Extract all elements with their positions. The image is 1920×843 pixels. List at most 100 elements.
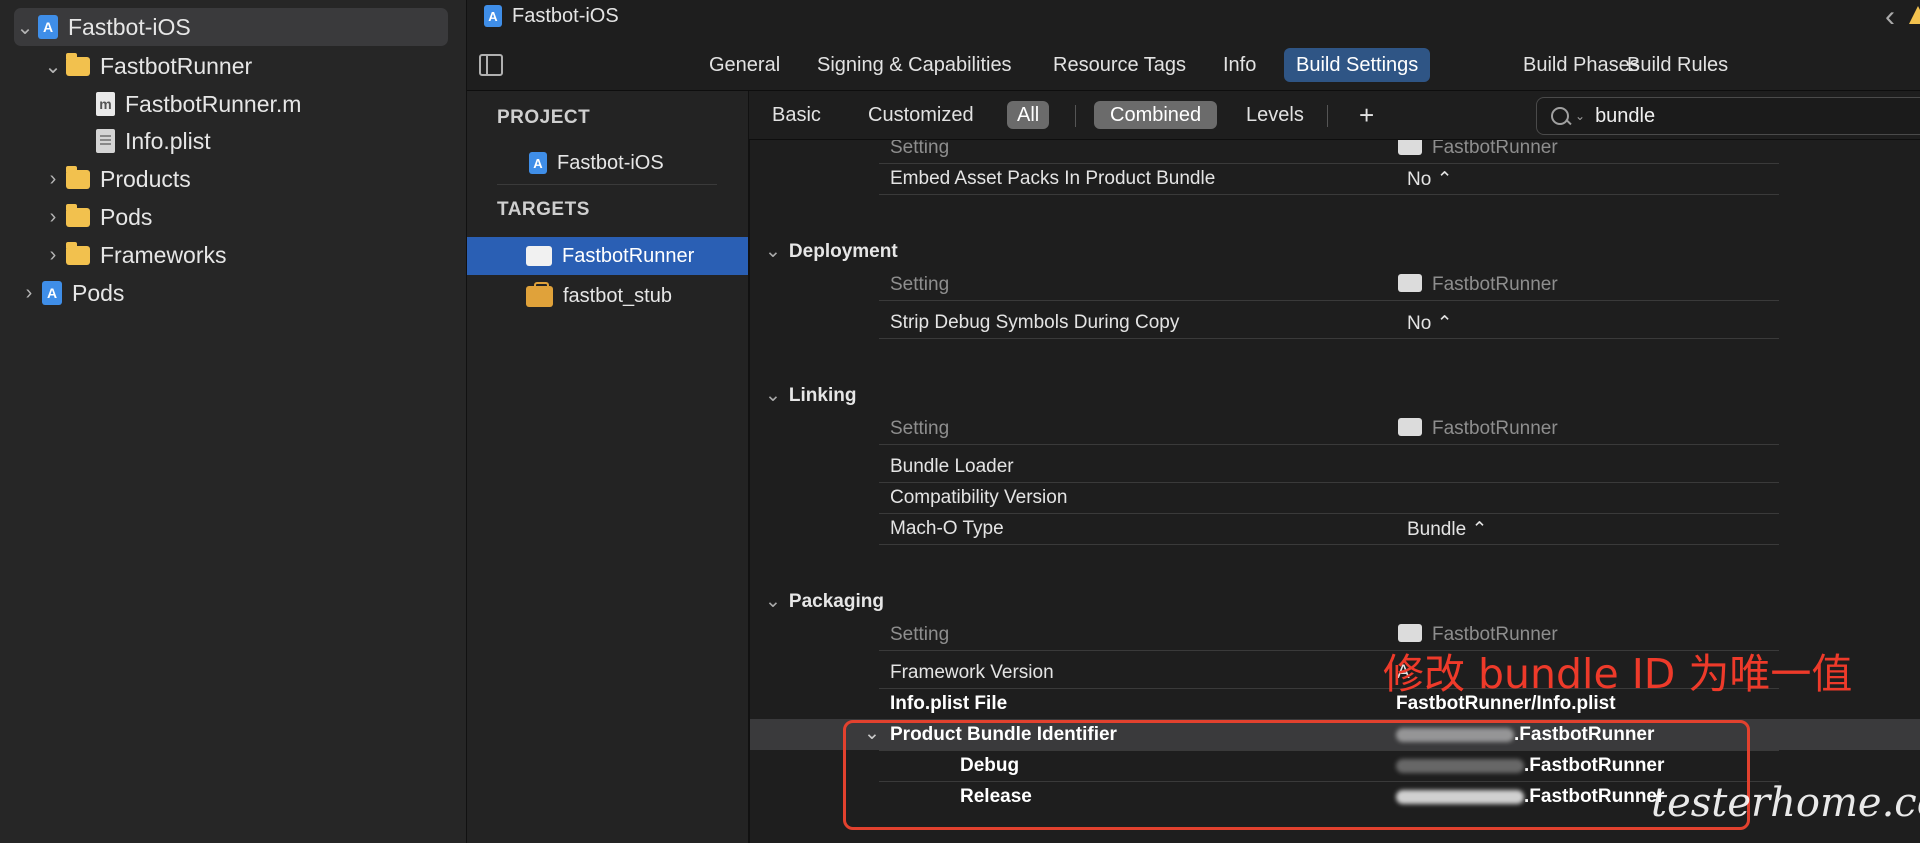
setting-value-popup[interactable]: No ⌃ [1407,168,1453,191]
divider [497,184,717,185]
search-field[interactable]: ⌄ bundle [1536,97,1920,135]
tab-general[interactable]: General [697,48,792,82]
app-target-icon [526,246,552,266]
target-item-label: fastbot_stub [563,284,672,307]
target-column-label: FastbotRunner [1398,137,1558,159]
tab-build-settings[interactable]: Build Settings [1284,48,1431,82]
setting-row-compatibility-version[interactable]: Compatibility Version [879,482,1779,514]
setting-value-popup[interactable]: No ⌃ [1407,312,1453,335]
tab-resource-tags[interactable]: Resource Tags [1041,48,1198,82]
chevron-down-icon[interactable]: ⌄ [14,15,36,40]
folder-icon [66,165,90,189]
watermark: testerhome.com [1651,780,1920,826]
targets-list: PROJECT A Fastbot-iOS TARGETS FastbotRun… [467,91,749,843]
setting-name: Framework Version [890,662,1054,683]
add-setting-button[interactable]: + [1349,101,1384,129]
target-item-label: FastbotRunner [562,244,695,267]
warning-icon[interactable] [1909,6,1920,24]
setting-name: Embed Asset Packs In Product Bundle [890,168,1216,189]
setting-row-mach-o-type[interactable]: Mach-O Type Bundle ⌃ [879,513,1779,545]
setting-name: Strip Debug Symbols During Copy [890,312,1180,333]
column-separator [749,139,750,843]
nav-item-label: Pods [100,203,153,230]
folder-icon [66,203,90,227]
setting-row-embed-asset-packs[interactable]: Embed Asset Packs In Product Bundle No ⌃ [879,163,1779,195]
setting-header-row: Setting FastbotRunner [879,269,1779,301]
chevron-down-icon: ⌄ [1575,109,1586,123]
setting-row-bundle-loader[interactable]: Bundle Loader [879,451,1779,483]
search-icon [1551,107,1572,126]
chevron-right-icon[interactable]: › [42,168,64,191]
filter-basic-button[interactable]: Basic [762,101,831,129]
setting-name: Compatibility Version [890,487,1068,508]
nav-item-label: Products [100,165,191,192]
editor-title: Fastbot-iOS [512,4,619,27]
target-column-label: FastbotRunner [1398,418,1558,440]
nav-item-fastbotrunner-m[interactable]: m FastbotRunner.m [94,85,301,123]
nav-item-label: FastbotRunner [100,52,253,79]
nav-item-label: Info.plist [125,127,211,154]
nav-item-label: Fastbot-iOS [68,13,191,40]
tab-build-rules[interactable]: Build Rules [1615,48,1740,82]
project-section-header: PROJECT [497,107,591,128]
setting-row-strip-debug-symbols[interactable]: Strip Debug Symbols During Copy No ⌃ [879,307,1779,339]
nav-item-info-plist[interactable]: Info.plist [94,122,211,160]
xcode-project-icon: A [484,5,502,27]
filter-combined-button[interactable]: Combined [1094,101,1218,129]
setting-column-label: Setting [890,137,950,158]
setting-name: Bundle Loader [890,456,1014,477]
group-header-linking[interactable]: ⌄ Linking [765,384,856,407]
folder-icon [66,241,90,265]
back-chevron-icon[interactable]: ‹ [1885,0,1895,34]
group-header-packaging[interactable]: ⌄ Packaging [765,590,884,613]
chevron-down-icon[interactable]: ⌄ [42,54,64,79]
nav-item-label: Pods [72,279,125,306]
app-target-icon [1398,274,1422,292]
divider [1075,105,1076,127]
annotation-text: 修改 bundle ID 为唯一值 [1383,650,1853,698]
search-input[interactable]: bundle [1595,105,1655,128]
group-header-deployment[interactable]: ⌄ Deployment [765,240,898,263]
editor-titlebar: A Fastbot-iOS ‹ [467,0,1920,34]
chevron-down-icon[interactable]: ⌄ [765,241,781,262]
project-item-fastbot-ios[interactable]: A Fastbot-iOS [467,144,748,182]
chevron-down-icon[interactable]: ⌄ [765,591,781,612]
tab-signing-capabilities[interactable]: Signing & Capabilities [805,48,1024,82]
filter-levels-button[interactable]: Levels [1236,101,1314,129]
setting-header-row: Setting FastbotRunner [879,413,1779,445]
nav-item-frameworks-folder[interactable]: › Frameworks [42,236,227,274]
nav-item-pods-project[interactable]: › A Pods [18,274,125,312]
xcode-project-icon: A [529,152,547,174]
divider [1327,105,1328,127]
editor-tab-bar: General Signing & Capabilities Resource … [467,40,1920,91]
inspector-toggle-icon[interactable] [479,54,503,76]
chevron-right-icon[interactable]: › [42,206,64,229]
setting-value-popup[interactable]: Bundle ⌃ [1407,518,1487,541]
filter-customized-button[interactable]: Customized [858,101,984,129]
project-item-label: Fastbot-iOS [557,151,664,174]
nav-item-products-folder[interactable]: › Products [42,160,191,198]
setting-column-label: Setting [890,624,950,645]
app-target-icon [1398,418,1422,436]
target-item-fastbotrunner[interactable]: FastbotRunner [467,237,748,275]
chevron-down-icon[interactable]: ⌄ [765,385,781,406]
project-navigator: ⌄ A Fastbot-iOS ⌄ FastbotRunner m Fastbo… [0,0,467,843]
setting-name: Mach-O Type [890,518,1004,539]
target-column-label: FastbotRunner [1398,274,1558,296]
annotation-highlight-box [843,720,1750,830]
nav-item-pods-folder[interactable]: › Pods [42,198,152,236]
chevron-right-icon[interactable]: › [42,244,64,267]
folder-icon [66,52,90,76]
chevron-right-icon[interactable]: › [18,282,40,305]
tab-info[interactable]: Info [1211,48,1268,82]
plist-file-icon [96,129,115,153]
nav-item-fastbot-ios-project[interactable]: ⌄ A Fastbot-iOS [14,8,448,46]
filter-all-button[interactable]: All [1007,101,1050,129]
setting-name: Info.plist File [890,693,1008,714]
nav-item-fastbotrunner-folder[interactable]: ⌄ FastbotRunner [42,47,252,85]
xcode-project-icon: A [42,281,62,305]
toolbox-target-icon [526,281,553,307]
setting-column-label: Setting [890,418,950,439]
setting-column-label: Setting [890,274,950,295]
target-item-fastbot-stub[interactable]: fastbot_stub [467,277,748,315]
